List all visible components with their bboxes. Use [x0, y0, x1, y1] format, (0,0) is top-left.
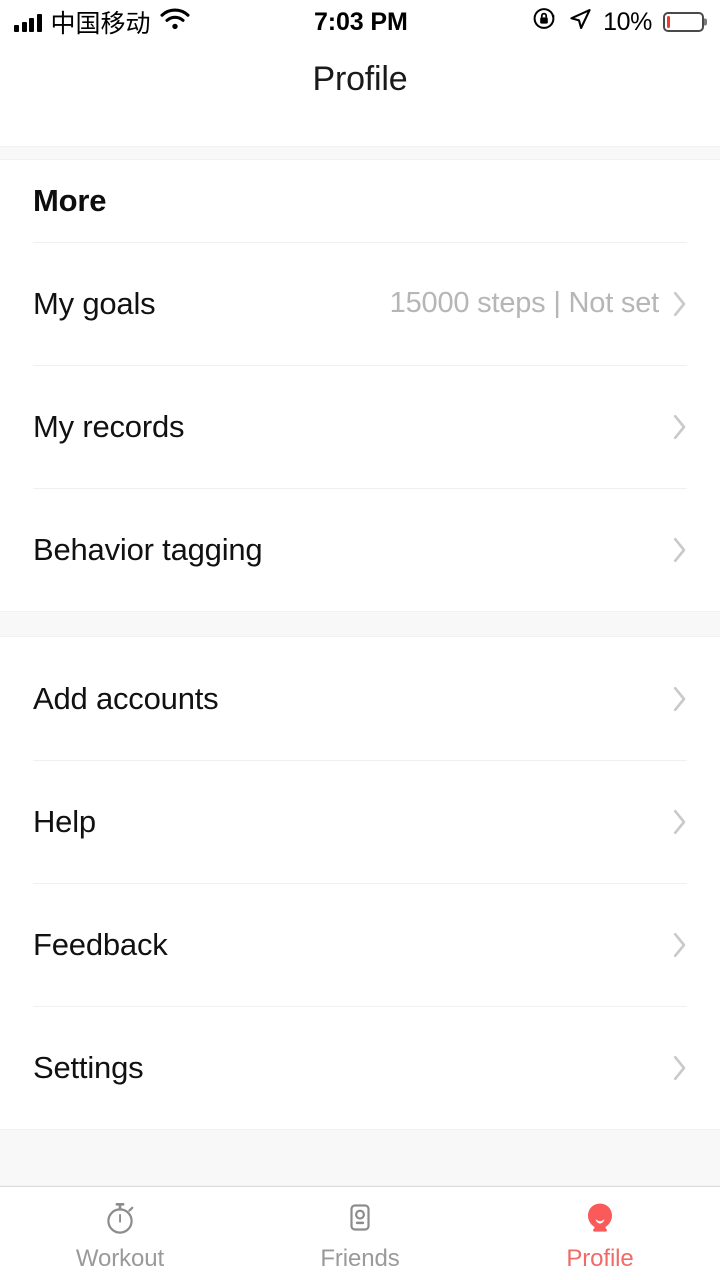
rotation-lock-icon [532, 6, 557, 38]
row-my-goals[interactable]: My goals 15000 steps | Not set [0, 242, 720, 365]
wifi-icon [159, 8, 190, 37]
row-label: Add accounts [33, 680, 219, 716]
row-label: Help [33, 803, 96, 839]
row-my-records[interactable]: My records [0, 365, 720, 488]
row-accessory [659, 809, 687, 835]
section-account: Add accounts Help Feedback Settings [0, 637, 720, 1129]
section-header-more: More [0, 160, 720, 242]
row-accessory [659, 1055, 687, 1081]
row-accessory [659, 686, 687, 712]
chevron-right-icon [673, 291, 687, 317]
row-settings[interactable]: Settings [0, 1006, 720, 1129]
battery-icon [663, 12, 704, 32]
settings-list: More My goals 15000 steps | Not set My r… [0, 146, 720, 1186]
section-gap-middle [0, 611, 720, 637]
chevron-right-icon [673, 932, 687, 958]
section-gap-bottom [0, 1129, 720, 1186]
app-screen: 中国移动 7:03 PM 10% Profile More My goals 1… [0, 0, 720, 1280]
status-bar-clock: 7:03 PM [313, 7, 408, 36]
chevron-right-icon [673, 809, 687, 835]
section-more: More My goals 15000 steps | Not set My r… [0, 160, 720, 611]
row-label: My records [33, 408, 185, 444]
row-help[interactable]: Help [0, 760, 720, 883]
row-accessory: 15000 steps | Not set [390, 287, 687, 320]
tab-profile[interactable]: Profile [480, 1187, 720, 1280]
row-label: My goals [33, 285, 156, 321]
row-accessory [659, 414, 687, 440]
location-arrow-icon [568, 7, 592, 38]
row-add-accounts[interactable]: Add accounts [0, 637, 720, 760]
row-label: Feedback [33, 926, 168, 962]
tab-label: Friends [320, 1245, 400, 1272]
chevron-right-icon [673, 1055, 687, 1081]
tab-label: Profile [566, 1245, 634, 1272]
row-label: Behavior tagging [33, 531, 263, 567]
contact-card-icon [340, 1198, 380, 1238]
tab-label: Workout [75, 1245, 165, 1272]
tab-workout[interactable]: Workout [0, 1187, 240, 1280]
section-gap-top [0, 146, 720, 160]
status-bar-left: 中国移动 [14, 4, 190, 40]
section-title: More [33, 183, 107, 218]
row-behavior-tagging[interactable]: Behavior tagging [0, 488, 720, 611]
row-label: Settings [33, 1049, 144, 1085]
navigation-bar: Profile [0, 44, 720, 146]
battery-percent-label: 10% [603, 7, 652, 36]
row-feedback[interactable]: Feedback [0, 883, 720, 1006]
bottom-tab-bar: Workout Friends Profile [0, 1186, 720, 1280]
person-filled-icon [580, 1198, 620, 1238]
row-value: 15000 steps | Not set [389, 287, 660, 319]
status-bar: 中国移动 7:03 PM 10% [0, 0, 720, 44]
chevron-right-icon [673, 414, 687, 440]
signal-bars-icon [14, 13, 42, 32]
page-title: Profile [312, 60, 408, 98]
row-accessory [659, 932, 687, 958]
stopwatch-icon [100, 1198, 140, 1238]
row-accessory [659, 537, 687, 563]
carrier-label: 中国移动 [50, 10, 151, 38]
status-bar-right: 10% [532, 6, 704, 38]
tab-friends[interactable]: Friends [240, 1187, 480, 1280]
chevron-right-icon [673, 686, 687, 712]
chevron-right-icon [673, 537, 687, 563]
